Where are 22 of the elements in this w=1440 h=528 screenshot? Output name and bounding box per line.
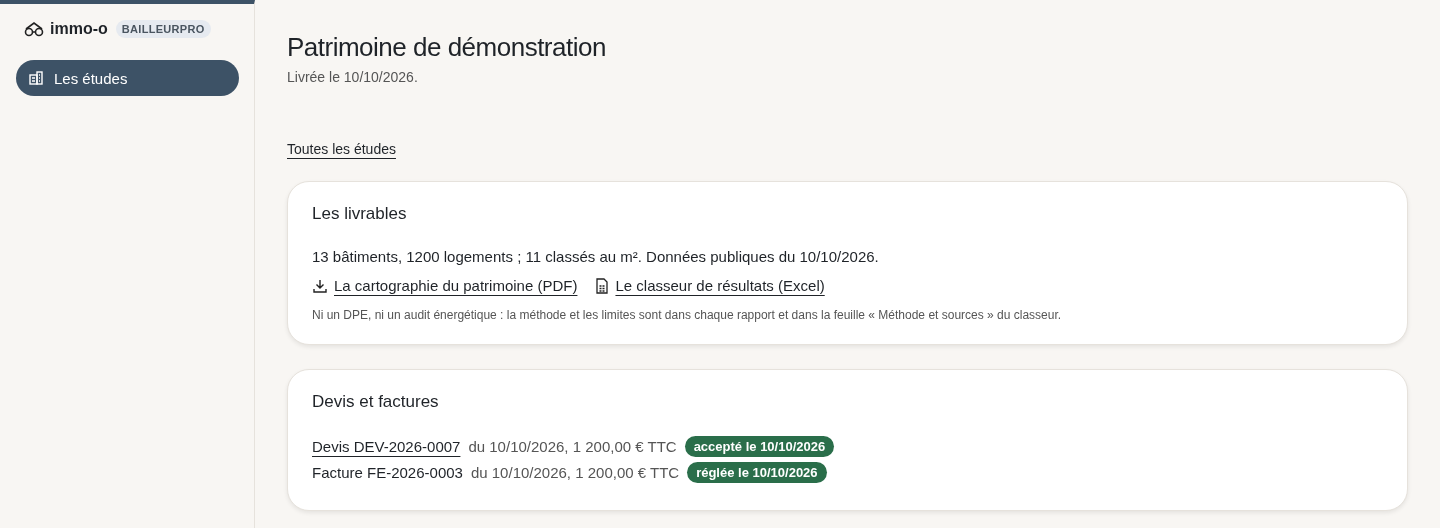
- building-icon: [28, 70, 44, 86]
- file-link[interactable]: La cartographie du patrimoine (PDF): [334, 277, 578, 294]
- disclaimer-note: Ni un DPE, ni un audit énergétique : la méthode et les limites sont dans chaque rapport et dans la feuille « Méthode et sources » du classeur.: [312, 308, 1063, 322]
- page-title: Patrimoine de démonstration: [287, 32, 607, 63]
- summary-text: 13 bâtiments, 1200 logements ; 11 classés au m². Données publiques du 10/10/2026.: [312, 248, 880, 265]
- card-title: Les livrables: [312, 204, 408, 224]
- file-link[interactable]: Le classeur de résultats (Excel): [615, 277, 825, 294]
- document-name: Facture FE-2026-0003: [312, 464, 463, 481]
- document-link[interactable]: Devis DEV-2026-0007: [312, 438, 461, 455]
- status-badge: accepté le 10/10/2026: [684, 436, 835, 457]
- document-details: du 10/10/2026, 1 200,00 € TTC: [468, 438, 677, 455]
- download-icon: [312, 277, 328, 294]
- glasses-icon: [24, 21, 44, 37]
- brand-name: immo-o: [50, 20, 108, 38]
- document-details: du 10/10/2026, 1 200,00 € TTC: [470, 464, 680, 481]
- sidebar-item[interactable]: Les études: [16, 60, 239, 96]
- status-badge: réglée le 10/10/2026: [687, 462, 827, 483]
- delivery-date: Livrée le 10/10/2026.: [287, 69, 419, 85]
- card-title: Devis et factures: [312, 392, 440, 412]
- document-icon: [595, 277, 610, 294]
- plan-badge: BAILLEURPRO: [115, 20, 211, 38]
- all-studies-link[interactable]: Toutes les études: [287, 141, 396, 157]
